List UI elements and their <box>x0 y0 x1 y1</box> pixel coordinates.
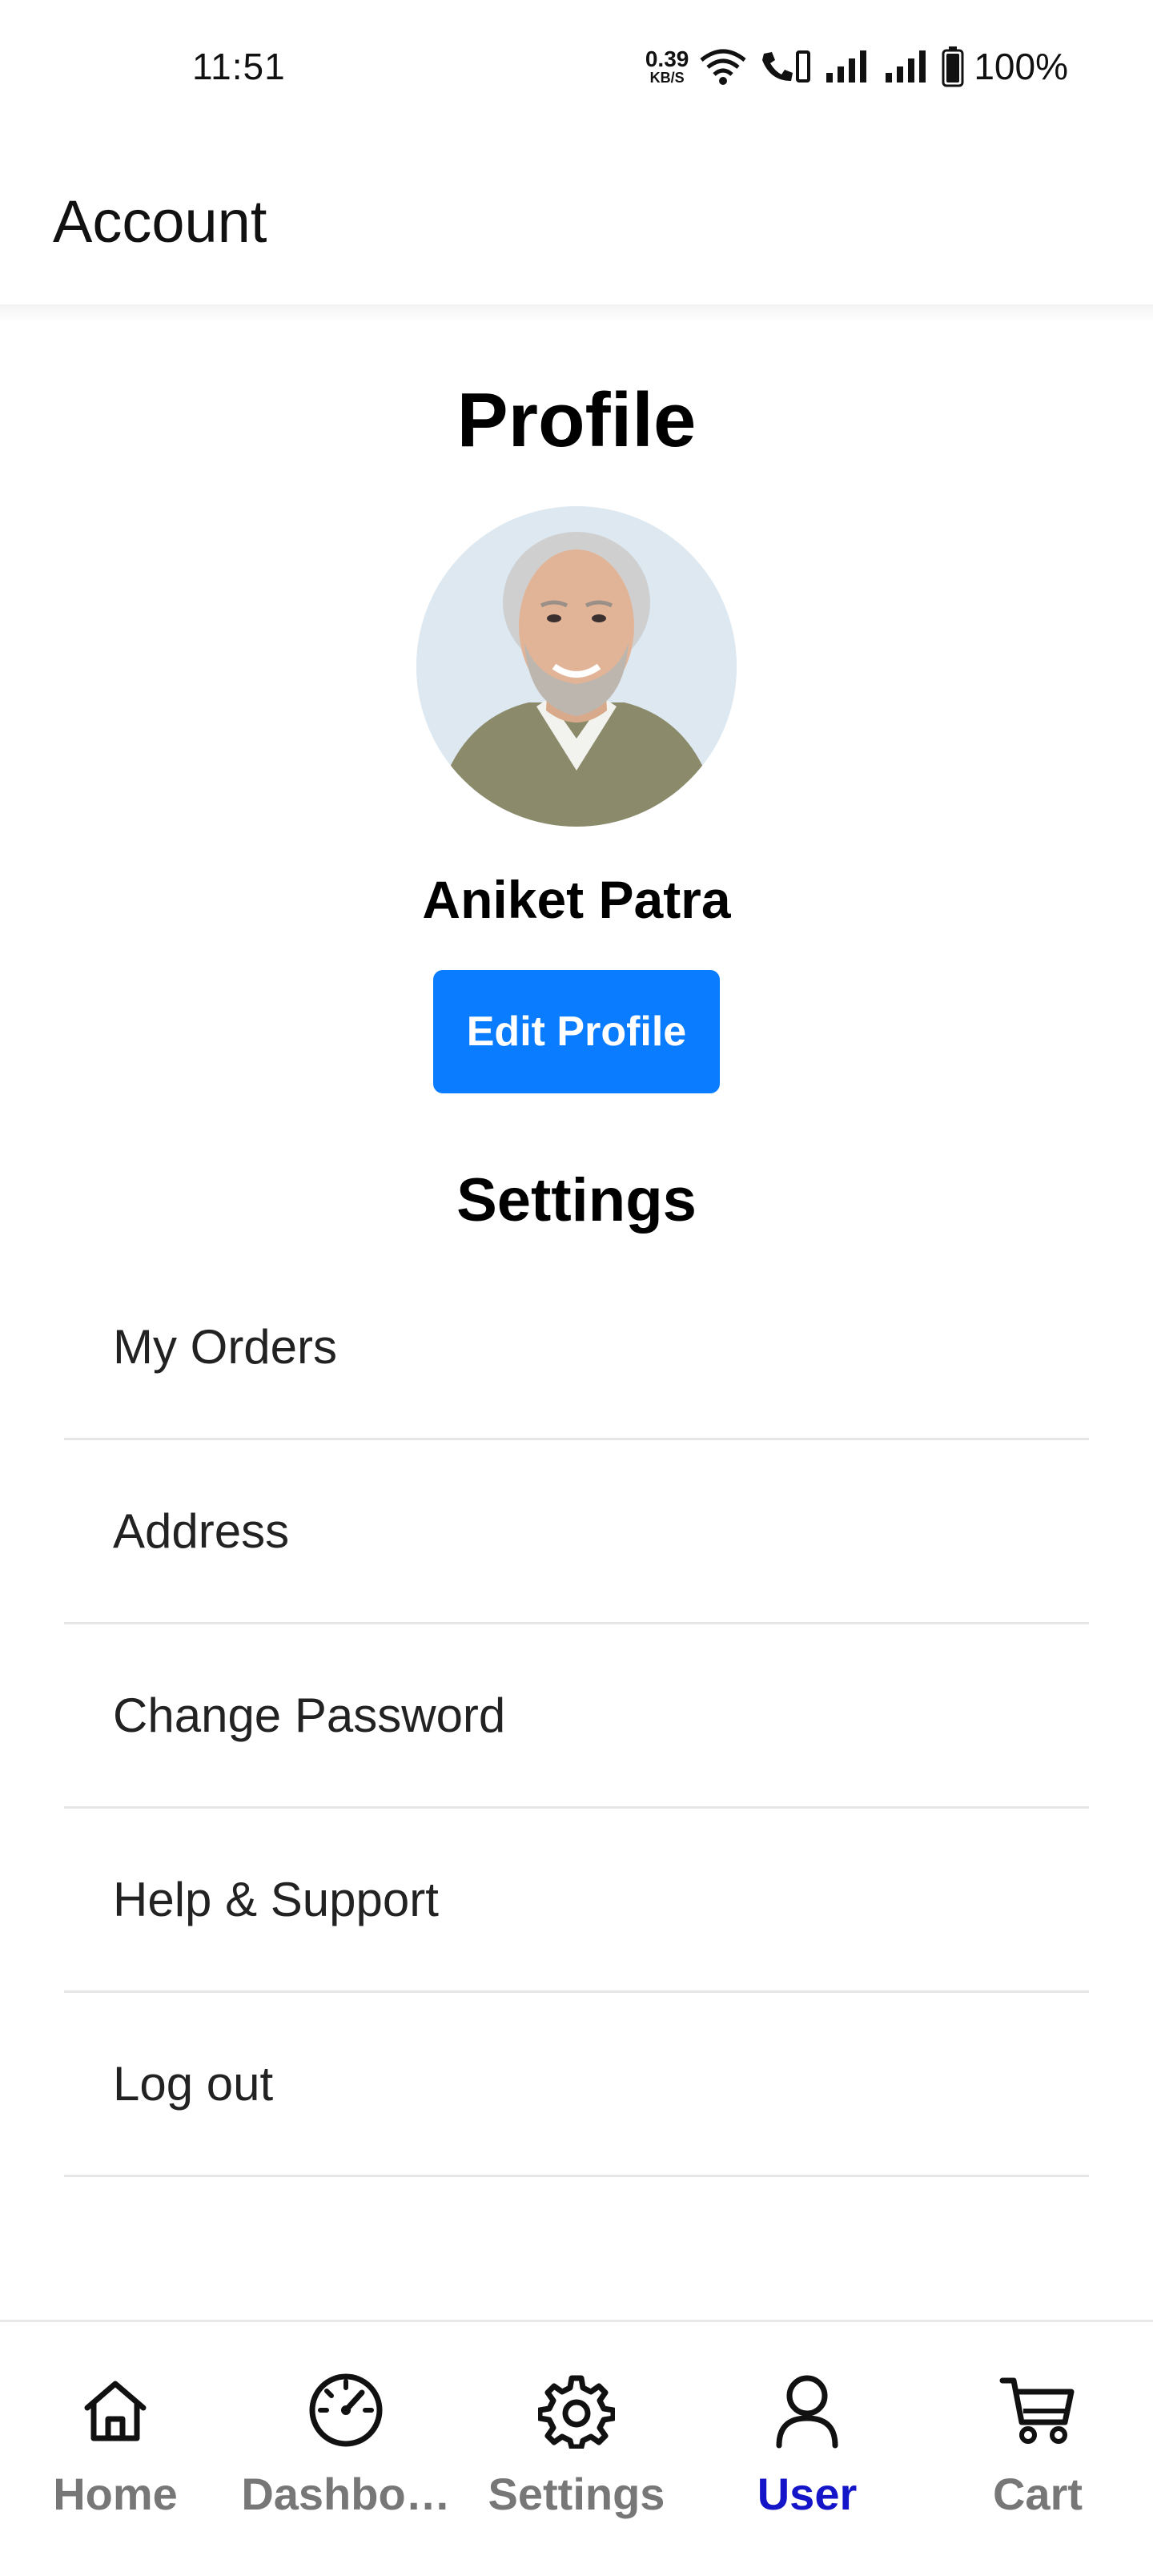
settings-item-label: Help & Support <box>113 1873 439 1926</box>
settings-item-label: Address <box>113 1504 290 1558</box>
cart-icon <box>998 2370 1078 2450</box>
nav-label: Settings <box>488 2469 665 2519</box>
speedometer-icon <box>306 2370 386 2450</box>
network-speed: 0.39 KB/S <box>645 46 689 86</box>
bottom-nav: Home Dashbo… Settings User Cart <box>0 2320 1153 2576</box>
page-title: Account <box>53 187 267 255</box>
settings-item-label: Log out <box>113 2057 274 2111</box>
account-screen: 11:51 0.39 KB/S 100% Account Profile Ani… <box>0 0 1153 2576</box>
settings-item-log-out[interactable]: Log out <box>64 1993 1089 2177</box>
network-speed-unit: KB/S <box>649 69 685 86</box>
settings-item-address[interactable]: Address <box>64 1440 1089 1624</box>
profile-heading: Profile <box>456 377 697 463</box>
nav-item-cart[interactable]: Cart <box>922 2322 1153 2576</box>
user-name: Aniket Patra <box>422 870 731 929</box>
settings-item-my-orders[interactable]: My Orders <box>64 1256 1089 1440</box>
settings-item-change-password[interactable]: Change Password <box>64 1624 1089 1809</box>
settings-item-help-support[interactable]: Help & Support <box>64 1809 1089 1993</box>
nav-item-home[interactable]: Home <box>0 2322 231 2576</box>
user-icon <box>767 2370 847 2450</box>
settings-item-label: Change Password <box>113 1688 506 1742</box>
settings-item-label: My Orders <box>113 1320 338 1374</box>
status-icons: 0.39 KB/S 100% <box>645 45 1068 88</box>
settings-heading: Settings <box>456 1166 697 1234</box>
home-icon <box>75 2370 155 2450</box>
nav-label: Cart <box>992 2469 1083 2519</box>
status-bar: 11:51 0.39 KB/S 100% <box>0 0 1153 132</box>
header-divider <box>0 304 1153 322</box>
battery-icon <box>942 46 964 87</box>
nav-item-dashboard[interactable]: Dashbo… <box>231 2322 461 2576</box>
app-header: Account <box>0 132 1153 310</box>
signal-icon <box>823 47 873 86</box>
nav-item-settings[interactable]: Settings <box>461 2322 692 2576</box>
signal-icon-2 <box>882 47 932 86</box>
nav-item-user[interactable]: User <box>692 2322 922 2576</box>
settings-list: My Orders Address Change Password Help &… <box>64 1256 1089 2177</box>
edit-profile-button[interactable]: Edit Profile <box>433 970 720 1093</box>
battery-percent: 100% <box>974 45 1068 87</box>
wifi-call-icon <box>757 47 814 86</box>
gear-icon <box>536 2370 617 2450</box>
network-speed-value: 0.39 <box>645 46 689 71</box>
wifi-icon <box>698 47 748 86</box>
nav-label: Dashbo… <box>241 2469 451 2519</box>
status-time: 11:51 <box>192 45 286 87</box>
nav-label: Home <box>53 2469 178 2519</box>
nav-label: User <box>757 2469 858 2519</box>
avatar <box>416 506 737 827</box>
